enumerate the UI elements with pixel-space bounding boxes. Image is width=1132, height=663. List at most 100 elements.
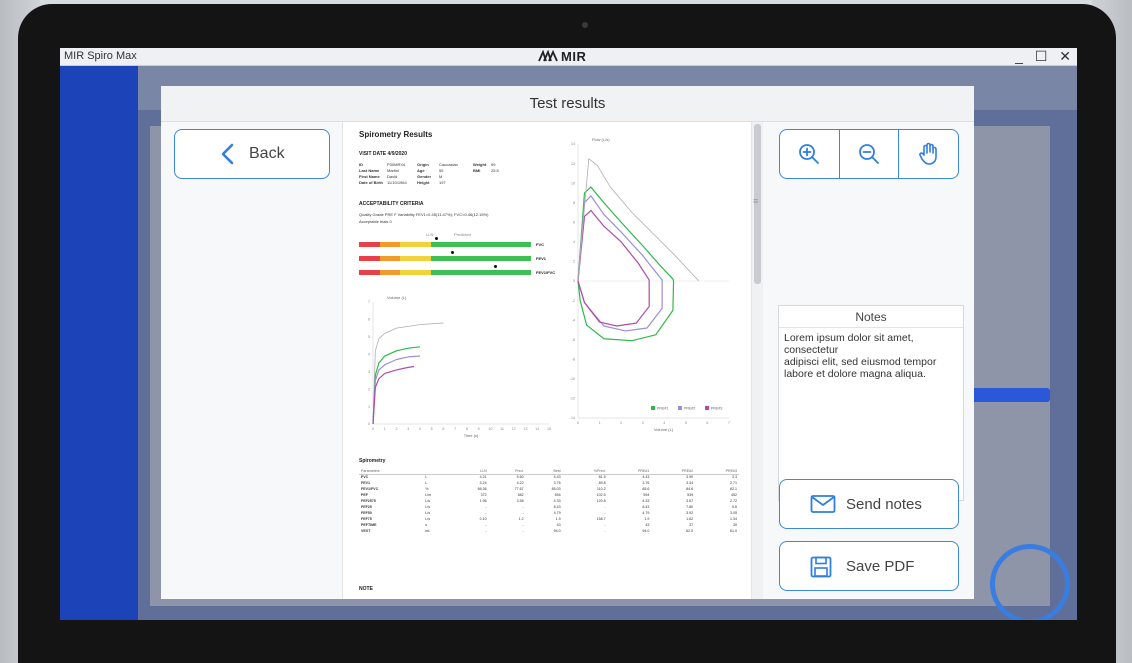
window-controls: _ ☐ ✕ bbox=[1007, 48, 1071, 65]
test-results-dialog: Test results Back Spirometry Results VIS… bbox=[161, 86, 974, 599]
flow-volume-chart: 0 1 2 3 4 5 6 714121086420-2-4-6-8-10-12-14Flow… bbox=[570, 137, 730, 432]
gauge-label: FVC bbox=[536, 242, 544, 247]
series-line-pre3 bbox=[577, 209, 650, 327]
maximize-button[interactable]: ☐ bbox=[1035, 48, 1048, 64]
y-tick-label: -14 bbox=[570, 416, 575, 420]
background-bar bbox=[970, 388, 1050, 402]
report-scrollbar[interactable]: ≡ bbox=[751, 122, 763, 599]
camera-dot bbox=[582, 22, 588, 28]
y-tick-label: 5 bbox=[368, 335, 370, 339]
x-axis-label: Volume (L) bbox=[654, 427, 674, 432]
gauge-segment bbox=[431, 270, 531, 275]
brand-logo: MIR bbox=[538, 49, 586, 64]
gauge-bar bbox=[359, 256, 531, 261]
gauge-segment bbox=[379, 270, 401, 275]
y-tick-label: -4 bbox=[572, 318, 575, 322]
send-notes-button[interactable]: Send notes bbox=[779, 479, 959, 529]
back-button[interactable]: Back bbox=[174, 129, 330, 179]
gauge-segment bbox=[359, 242, 380, 247]
x-axis-label: Time (s) bbox=[464, 433, 479, 438]
gauge-marker bbox=[435, 237, 439, 240]
view-toolbar bbox=[779, 129, 959, 179]
notes-text[interactable]: Lorem ipsum dolor sit amet, consectetur … bbox=[779, 328, 963, 384]
x-tick-label: 0 bbox=[372, 427, 374, 431]
x-tick-label: 10 bbox=[488, 427, 492, 431]
gauge-segment bbox=[359, 270, 380, 275]
table-cell: VEXT bbox=[361, 529, 371, 533]
x-tick-label: 2 bbox=[620, 421, 622, 425]
gauge-segment bbox=[379, 256, 401, 261]
y-tick-label: 8 bbox=[573, 201, 575, 205]
legend-label: PRE#1 bbox=[657, 407, 668, 411]
zoom-in-icon bbox=[799, 144, 820, 164]
notes-title: Notes bbox=[779, 306, 963, 328]
patient-info: ID P30MRX4 Origin Caucasian Weight 99 Last Nam… bbox=[359, 162, 569, 186]
table-cell: 62.0 bbox=[686, 529, 694, 533]
app-name: MIR Spiro Max bbox=[64, 50, 137, 62]
minimize-button[interactable]: _ bbox=[1015, 48, 1023, 64]
spirometry-table: Parameters LLN Pred. Best %Pred. PRE#1 PRE#2 PR… bbox=[359, 468, 739, 534]
gauge-lln-label: LLN bbox=[426, 232, 434, 237]
x-tick-label: 5 bbox=[685, 421, 687, 425]
table-cell: mL bbox=[425, 529, 431, 533]
legend-label: PRE#2 bbox=[684, 407, 695, 411]
back-label: Back bbox=[249, 145, 285, 162]
legend-swatch bbox=[651, 406, 655, 410]
gauge-marker bbox=[450, 251, 454, 254]
table-cell: - bbox=[522, 529, 524, 533]
acceptable-trials: Acceptable trials 0 bbox=[359, 219, 392, 224]
zoom-out-button[interactable] bbox=[840, 130, 900, 178]
y-tick-label: 2 bbox=[368, 387, 370, 391]
x-tick-label: 0 bbox=[577, 421, 579, 425]
patient-info-cell: 197 bbox=[439, 180, 446, 185]
y-tick-label: 1 bbox=[368, 405, 370, 409]
x-tick-label: 14 bbox=[535, 427, 539, 431]
gauge-bar bbox=[359, 242, 531, 247]
gauge-segment bbox=[400, 242, 432, 247]
chart-title: Flow (L/s) bbox=[592, 137, 610, 142]
brand-name: MIR bbox=[561, 49, 587, 64]
gauge-label: FEV1 bbox=[536, 256, 547, 261]
gauge-segment bbox=[379, 242, 401, 247]
volume-time-chart: 0 1 2 3 4 5 6 7 8 9 10 11 12 13 14 1501234567Volume (L)… bbox=[368, 295, 551, 438]
report-title: Spirometry Results bbox=[359, 130, 433, 139]
table-cell: - bbox=[485, 529, 487, 533]
window-titlebar: MIR Spiro Max MIR _ ☐ ✕ bbox=[60, 48, 1077, 66]
background-sidebar bbox=[60, 66, 138, 620]
x-tick-label: 1 bbox=[599, 421, 601, 425]
y-tick-label: 6 bbox=[573, 220, 575, 224]
pan-button[interactable] bbox=[899, 130, 958, 178]
x-tick-label: 9 bbox=[478, 427, 480, 431]
patient-info-cell bbox=[491, 180, 511, 186]
series-line-pre1 bbox=[577, 186, 675, 342]
patient-info-cell bbox=[473, 180, 491, 186]
envelope-icon bbox=[810, 495, 836, 513]
gauge-segment bbox=[400, 270, 432, 275]
save-pdf-label: Save PDF bbox=[846, 558, 915, 575]
zoom-in-button[interactable] bbox=[780, 130, 840, 178]
save-pdf-button[interactable]: Save PDF bbox=[779, 541, 959, 591]
gauge-marker bbox=[493, 265, 497, 268]
x-tick-label: 15 bbox=[547, 427, 551, 431]
gauge-bar bbox=[359, 270, 531, 275]
x-tick-label: 11 bbox=[500, 427, 504, 431]
floppy-disk-icon bbox=[810, 556, 832, 578]
send-notes-label: Send notes bbox=[846, 496, 922, 513]
left-panel: Back bbox=[161, 122, 343, 599]
background-circle-button bbox=[990, 544, 1070, 620]
gauge-segment bbox=[431, 256, 531, 261]
legend-swatch bbox=[678, 406, 682, 410]
y-tick-label: 7 bbox=[368, 300, 370, 304]
report-preview[interactable]: Spirometry Results VISIT DATE 4/9/2020 I… bbox=[344, 122, 751, 599]
y-tick-label: -6 bbox=[572, 338, 575, 342]
x-tick-label: 13 bbox=[524, 427, 528, 431]
y-tick-label: 14 bbox=[571, 142, 575, 146]
drag-handle-icon[interactable]: ≡ bbox=[753, 196, 758, 206]
patient-info-cell: 11/10/1964 bbox=[387, 180, 407, 185]
gauge-segment bbox=[400, 256, 432, 261]
notes-panel: Notes Lorem ipsum dolor sit amet, consec… bbox=[778, 305, 964, 501]
y-tick-label: 6 bbox=[368, 318, 370, 322]
y-tick-label: 0 bbox=[368, 422, 370, 426]
close-button[interactable]: ✕ bbox=[1059, 48, 1071, 64]
table-row: VEXT mL - - 94.0 - 94.0 62.0 61.0 bbox=[359, 528, 739, 534]
